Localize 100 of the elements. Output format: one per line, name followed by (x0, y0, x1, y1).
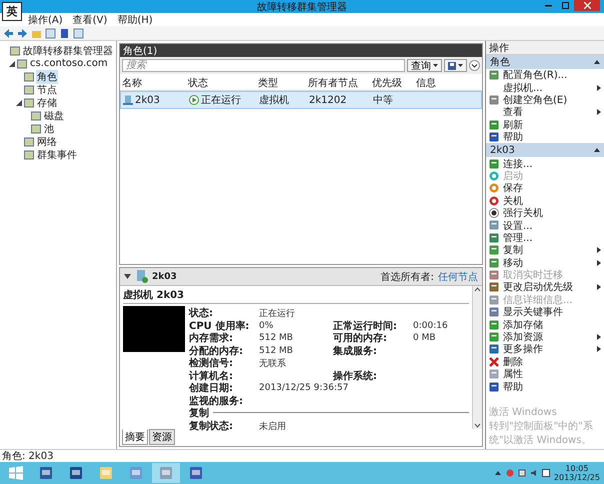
expand-arrow-icon[interactable] (16, 100, 22, 106)
clock[interactable]: 10:05 2013/12/25 (554, 464, 600, 482)
column-header[interactable]: 状态 (188, 76, 258, 90)
preferred-owners-link[interactable]: 任何节点 (438, 270, 478, 284)
property-label: 计算机名: (189, 370, 234, 382)
pane-title: 操作 (489, 42, 509, 54)
section-header[interactable]: 2k03 (486, 143, 604, 158)
table-cell-text: 虚拟机 (259, 94, 289, 107)
property-label: 内存需求: (189, 332, 234, 345)
tree-item[interactable]: 角色 (36, 70, 58, 84)
maximize-icon[interactable] (562, 2, 568, 9)
scroll-up-icon[interactable] (474, 286, 481, 293)
minimize-icon[interactable] (544, 4, 552, 6)
action-item[interactable]: 删除 (503, 354, 601, 369)
action-item[interactable]: 设置... (503, 218, 601, 232)
speaker-icon[interactable] (530, 469, 538, 477)
collapse-icon[interactable] (469, 60, 480, 71)
caret-icon[interactable] (433, 64, 438, 67)
delete-icon (489, 356, 499, 367)
save-query-button[interactable] (444, 59, 467, 72)
close-icon[interactable] (584, 2, 590, 9)
property-label: 集成服务: (333, 344, 378, 358)
property-label: 分配的内存: (189, 344, 244, 358)
expand-arrow-icon[interactable] (9, 60, 15, 66)
table-row[interactable]: 2k03 正在运行 虚拟机 2k1202 中等 (120, 91, 482, 109)
menu-item[interactable]: 操作(A) (28, 12, 63, 26)
forward-icon[interactable] (17, 28, 28, 38)
action-item[interactable]: 刷新 (503, 118, 601, 132)
tray-arrow-icon[interactable] (494, 469, 502, 477)
activation-text: 转到"控制面板"中的"系统"以激活 Windows。 (489, 420, 594, 447)
tree-item[interactable]: 磁盘 (43, 108, 65, 122)
action-item[interactable]: 属性 (503, 367, 601, 382)
tree-item[interactable]: 存储 (36, 96, 58, 110)
column-header[interactable]: 所有者节点 (308, 76, 372, 90)
action-item[interactable]: 更多操作 (503, 342, 593, 356)
column-header[interactable]: 优先级 (372, 76, 416, 90)
action-item[interactable]: 添加资源 (503, 330, 593, 344)
menu-item[interactable]: 帮助(H) (117, 12, 153, 26)
back-icon[interactable] (3, 28, 14, 38)
tab[interactable]: 资源 (149, 429, 175, 445)
action-item[interactable]: 连接... (503, 156, 601, 171)
caret-icon[interactable] (458, 64, 463, 67)
action-item[interactable]: 关机 (503, 194, 601, 208)
collapse-arrow-icon[interactable] (594, 60, 600, 64)
status-text: 角色: 2k03 (2, 450, 54, 463)
property-label: 复制状态: (189, 420, 234, 433)
scroll-down-icon[interactable] (474, 422, 481, 429)
tree-item[interactable]: cs.contoso.com (29, 58, 109, 69)
action-item[interactable]: 帮助 (503, 130, 601, 144)
collapse-arrow-icon[interactable] (594, 148, 600, 152)
window-title: 故障转移群集管理器 (257, 0, 347, 14)
tree-item[interactable]: 池 (43, 122, 55, 136)
table-cell: 2k1202 (309, 94, 347, 106)
property-value: 未启用 (259, 420, 287, 432)
action-item[interactable]: 添加存储 (503, 318, 601, 332)
action-item[interactable]: 查看 (503, 105, 593, 120)
action-item[interactable]: 管理... (503, 230, 601, 245)
column-header[interactable]: 名称 (122, 76, 188, 90)
tree-item[interactable]: 群集事件 (36, 148, 78, 162)
column-header[interactable]: 类型 (258, 76, 308, 90)
table-cell: 2k03 (135, 94, 160, 106)
pane-icon[interactable] (45, 28, 56, 38)
pane-title: 角色(1) (123, 44, 158, 58)
action-item[interactable]: 移动 (503, 256, 593, 270)
search-field[interactable]: 搜索 (122, 59, 405, 72)
vm-icon (123, 95, 133, 105)
action-item[interactable]: 更改启动优先级 (503, 280, 593, 294)
property-label: 创建日期: (189, 382, 234, 395)
scrollbar[interactable] (472, 286, 482, 429)
property-label: 检测信号: (189, 356, 234, 370)
action-item[interactable]: 显示关键事件 (503, 305, 601, 320)
menu-item[interactable]: 查看(V) (72, 12, 108, 26)
activation-title: 激活 Windows (489, 406, 558, 419)
property-value: 正在运行 (259, 308, 296, 320)
property-value: 0 MB (413, 333, 437, 343)
pane-icon[interactable] (73, 28, 84, 38)
action-item[interactable]: 创建空角色(E) (503, 92, 601, 107)
action-item[interactable]: 保存 (503, 181, 601, 196)
action-item[interactable]: 配置角色(R)... (503, 68, 601, 82)
property-label: CPU 使用率: (189, 319, 250, 332)
close-button[interactable] (574, 0, 600, 11)
ime-indicator[interactable]: 英 (2, 2, 22, 21)
section-header[interactable]: 角色 (486, 55, 604, 69)
table-cell-text: 正在运行 (201, 94, 241, 107)
column-header[interactable]: 信息 (416, 76, 480, 90)
property-label: 可用的内存: (333, 332, 388, 345)
section-title: 复制 (189, 406, 209, 420)
tree-item[interactable]: 网络 (36, 134, 58, 148)
action-item[interactable]: 帮助 (503, 380, 601, 394)
tree-item[interactable]: 故障转移群集管理器 (22, 44, 114, 58)
tab[interactable]: 摘要 (122, 429, 148, 445)
query-button[interactable]: 查询 (407, 59, 442, 72)
action-item[interactable]: 强行关机 (503, 206, 601, 220)
action-item[interactable]: 复制 (503, 243, 593, 258)
detail-heading: 虚拟机 2k03 (123, 288, 469, 304)
property-value: 0% (259, 320, 274, 330)
property-value: 0:00:16 (413, 320, 449, 330)
collapse-caret-icon[interactable] (124, 274, 131, 279)
action-item[interactable]: 虚拟机... (503, 80, 593, 95)
tree-item[interactable]: 节点 (36, 82, 58, 96)
